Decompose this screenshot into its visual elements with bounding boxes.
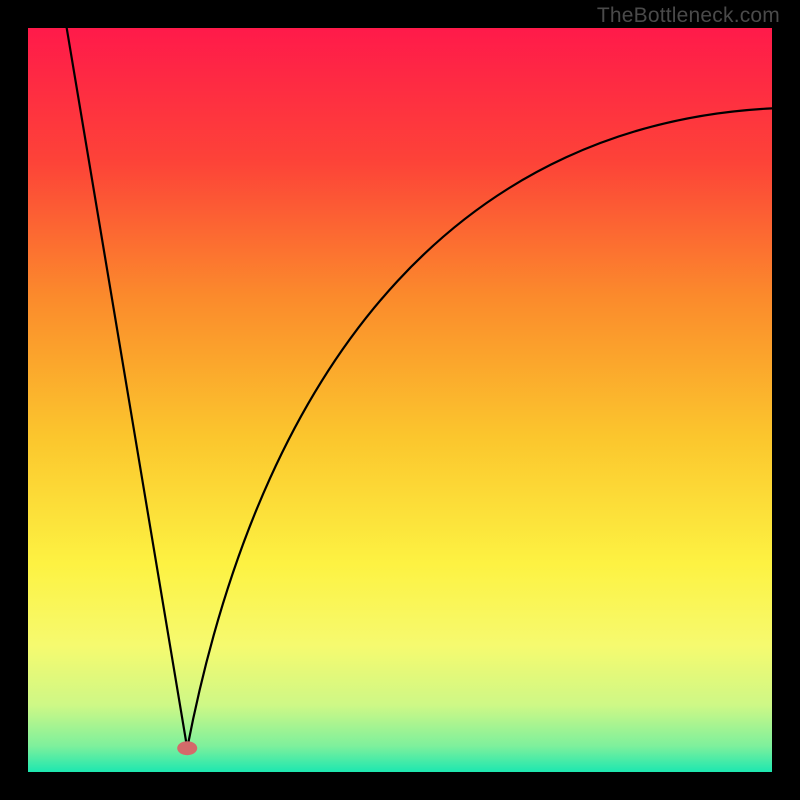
- gradient-bg: [28, 28, 772, 772]
- watermark-text: TheBottleneck.com: [597, 4, 780, 28]
- plot-area: [28, 28, 772, 772]
- vertex-marker: [177, 741, 197, 755]
- plot-svg: [28, 28, 772, 772]
- chart-frame: TheBottleneck.com: [0, 0, 800, 800]
